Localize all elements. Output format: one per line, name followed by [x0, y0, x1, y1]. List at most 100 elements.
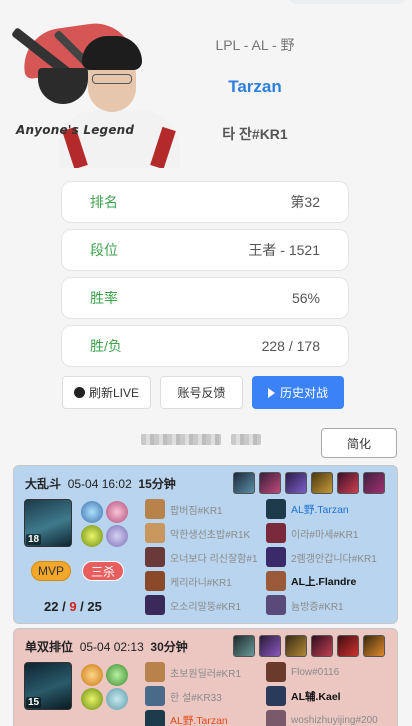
player-row[interactable]: 팝버짐#KR1: [145, 498, 263, 520]
player-name[interactable]: Tarzan: [190, 77, 320, 97]
item-icon: [363, 635, 385, 657]
player-row[interactable]: 이라#마세#KR1: [266, 522, 394, 544]
stat-value: 第32: [290, 194, 320, 210]
champion-icon: [266, 662, 286, 682]
champion-icon: [266, 686, 286, 706]
team-left: 초보원딜러#KR1 한 설#KR33 AL野.Tarzan: [145, 661, 263, 726]
player-league: LPL - AL - 野: [215, 37, 295, 53]
player-row[interactable]: AL野.Tarzan: [266, 498, 394, 520]
stat-win-loss: 胜/负 228 / 178: [61, 325, 349, 367]
item-list: [233, 635, 385, 657]
match-date: 05-04 16:02: [67, 477, 132, 491]
match-history-label: 历史对战: [279, 386, 328, 400]
simplify-button[interactable]: 简化: [321, 428, 397, 458]
player-row[interactable]: 한 설#KR33: [145, 685, 263, 707]
champion-icon: [266, 710, 286, 726]
kills: 22: [44, 599, 59, 614]
simplify-label: 简化: [346, 436, 371, 451]
player-name: 케리라니#KR1: [170, 577, 232, 589]
player-row[interactable]: AL辅.Kael: [266, 685, 394, 707]
item-icon: [337, 472, 359, 494]
player-name: AL上.Flandre: [291, 575, 357, 588]
item-icon: [259, 635, 281, 657]
rune-icon: [106, 501, 128, 523]
item-icon: [233, 472, 255, 494]
match-card[interactable]: 单双排位 05-04 02:13 30分钟 15 초보원딜러#KR1 한 설#K…: [13, 628, 398, 726]
player-row[interactable]: 오소리말뚱#KR1: [145, 594, 263, 616]
player-name: woshizhuyijing#200: [291, 714, 378, 726]
player-row[interactable]: 케리라니#KR1: [145, 570, 263, 592]
item-icon: [363, 472, 385, 494]
champion-icon: [266, 499, 286, 519]
match-mode: 大乱斗: [25, 477, 62, 491]
champion-icon: [266, 595, 286, 615]
match-duration: 15分钟: [138, 477, 176, 491]
player-row[interactable]: 악한생선초밥#R1K: [145, 522, 263, 544]
team-right: AL野.Tarzan 이라#마세#KR1 2렘갱안갑니다#KR1 AL上.Fla…: [266, 498, 394, 618]
champion-icon: [145, 499, 165, 519]
champion-portrait: 15: [24, 662, 72, 710]
player-name: 2렘갱안갑니다#KR1: [291, 553, 377, 565]
stat-value: 228 / 178: [261, 338, 320, 354]
champion-icon: [266, 523, 286, 543]
player-row[interactable]: 늄방증#KR1: [266, 594, 394, 616]
stat-tier: 段位 王者 - 1521: [61, 229, 349, 271]
stat-label: 段位: [90, 242, 118, 258]
mvp-badge: MVP: [31, 561, 71, 581]
player-row[interactable]: 오너보다 리신잘함#1: [145, 546, 263, 568]
champion-level: 15: [26, 697, 42, 708]
match-history-button[interactable]: 历史对战: [252, 376, 344, 409]
rune-icon: [106, 525, 128, 547]
champion-icon: [266, 547, 286, 567]
match-header: 单双排位 05-04 02:13 30分钟: [25, 638, 188, 655]
triple-kill-badge: 三杀: [82, 561, 124, 581]
item-icon: [311, 635, 333, 657]
stat-winrate: 胜率 56%: [61, 277, 349, 319]
team-right: Flow#0116 AL辅.Kael woshizhuyijing#200: [266, 661, 394, 726]
refresh-live-button[interactable]: 刷新LIVE: [62, 376, 151, 409]
player-name: 오너보다 리신잘함#1: [170, 553, 258, 565]
player-row[interactable]: Flow#0116: [266, 661, 394, 683]
player-name: 악한생선초밥#R1K: [170, 529, 251, 541]
player-row[interactable]: 초보원딜러#KR1: [145, 661, 263, 683]
champion-icon: [145, 595, 165, 615]
match-card[interactable]: 大乱斗 05-04 16:02 15分钟 18 MVP 三杀 22 / 9 / …: [13, 465, 398, 624]
player-name: AL野.Tarzan: [170, 714, 228, 726]
champion-icon: [266, 571, 286, 591]
summoner-spell-icon: [81, 664, 103, 686]
top-search-pill[interactable]: [290, 0, 405, 4]
record-dot-icon: [73, 387, 85, 398]
stat-label: 胜/负: [90, 338, 122, 354]
champion-icon: [145, 710, 165, 726]
rune-icon: [106, 688, 128, 710]
match-header: 大乱斗 05-04 16:02 15分钟: [25, 475, 176, 492]
blurred-text: [231, 434, 261, 445]
player-name: 팝버짐#KR1: [170, 505, 223, 517]
item-icon: [285, 472, 307, 494]
item-icon: [337, 635, 359, 657]
team-logo-image: Anyone's Legend: [8, 8, 180, 168]
player-row[interactable]: woshizhuyijing#200: [266, 709, 394, 726]
account-feedback-button[interactable]: 账号反馈: [160, 376, 243, 409]
player-row[interactable]: 2렘갱안갑니다#KR1: [266, 546, 394, 568]
champion-icon: [145, 662, 165, 682]
refresh-live-label: 刷新LIVE: [88, 386, 140, 400]
match-mode: 单双排位: [25, 640, 74, 654]
player-name: 이라#마세#KR1: [291, 529, 359, 541]
stat-value: 王者 - 1521: [248, 242, 320, 258]
player-photo: [58, 36, 180, 168]
player-name: Flow#0116: [291, 666, 340, 678]
champion-icon: [145, 686, 165, 706]
player-row[interactable]: AL野.Tarzan: [145, 709, 263, 726]
champion-icon: [145, 523, 165, 543]
player-name: 늄방증#KR1: [291, 601, 344, 613]
item-icon: [285, 635, 307, 657]
champion-level: 18: [26, 534, 42, 545]
player-name: 오소리말뚱#KR1: [170, 601, 242, 613]
player-row[interactable]: AL上.Flandre: [266, 570, 394, 592]
player-name: 초보원딜러#KR1: [170, 668, 242, 680]
match-duration: 30分钟: [150, 640, 188, 654]
stat-label: 胜率: [90, 290, 118, 306]
blurred-text: [141, 434, 221, 445]
champion-icon: [145, 547, 165, 567]
